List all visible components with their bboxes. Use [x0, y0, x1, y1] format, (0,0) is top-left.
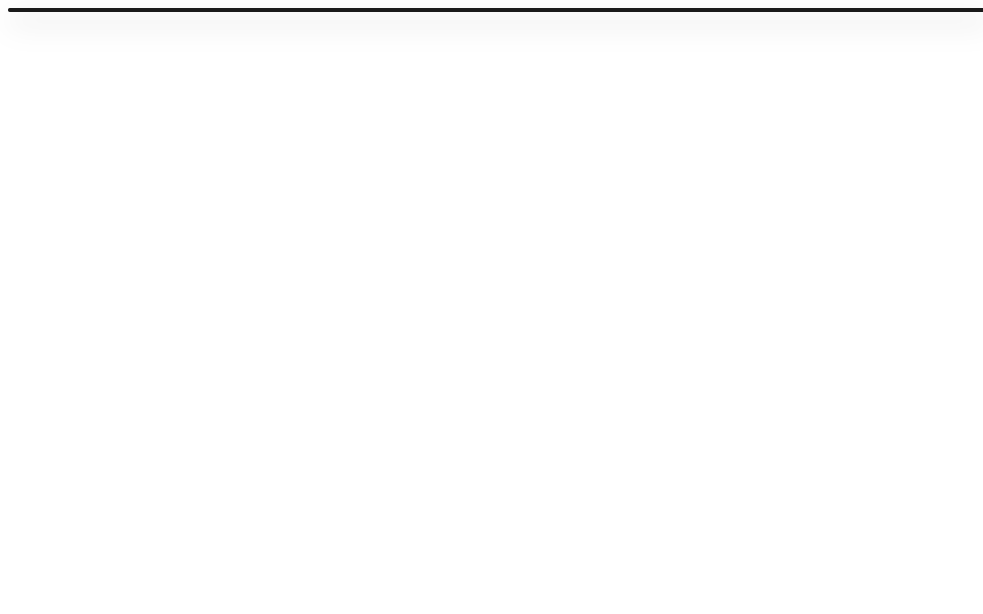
- dock: $: [10, 10, 76, 12]
- desktop-area[interactable]: $ Home New Folder New Document ❯ Paste S…: [8, 8, 983, 12]
